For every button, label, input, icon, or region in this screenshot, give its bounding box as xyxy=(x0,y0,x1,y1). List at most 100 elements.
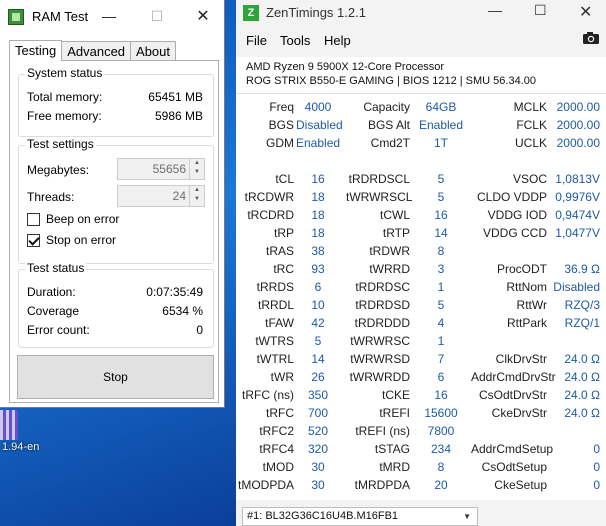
megabytes-stepper[interactable]: 55656 ▲ ▼ xyxy=(117,158,205,180)
timing-value: 16 xyxy=(434,208,448,222)
stop-on-error-label: Stop on error xyxy=(46,233,117,247)
megabytes-value: 55656 xyxy=(152,162,186,176)
timing-label: tRRDS xyxy=(256,280,294,294)
timing-label: MCLK xyxy=(513,100,547,114)
tab-about[interactable]: About xyxy=(130,41,177,61)
error-count-row: Error count: 0 xyxy=(27,323,203,337)
timing-label: tWRWRSC xyxy=(350,334,410,348)
timing-value: 16 xyxy=(311,172,325,186)
timing-value: 4000 xyxy=(304,100,332,114)
timing-label: VSOC xyxy=(512,172,547,186)
timing-value: 38 xyxy=(311,244,325,258)
chevron-down-icon: ▼ xyxy=(463,512,471,521)
timing-value: 24.0 Ω xyxy=(564,406,600,420)
free-memory-value: 5986 MB xyxy=(154,109,203,123)
close-button[interactable]: ✕ xyxy=(579,2,592,22)
timing-label: tMRD xyxy=(379,460,410,474)
menu-tools[interactable]: Tools xyxy=(280,33,310,48)
timing-value: 0 xyxy=(593,478,600,492)
timing-value: 6 xyxy=(437,370,445,384)
test-settings-title: Test settings xyxy=(25,137,96,151)
threads-value: 24 xyxy=(172,189,186,203)
timing-label: tRDRDSCL xyxy=(348,172,410,186)
timing-label: tRFC (ns) xyxy=(242,388,294,402)
timing-label: tWRWRDD xyxy=(349,370,410,384)
timing-label: tMODPDA xyxy=(237,478,294,492)
timing-label: BGS xyxy=(268,118,294,132)
timing-value: 15600 xyxy=(424,406,458,420)
desktop-shortcut-label[interactable]: 1.94-en xyxy=(2,441,39,453)
timing-label: tWRWRSD xyxy=(350,352,410,366)
timing-value: Disabled xyxy=(553,280,600,294)
system-status-title: System status xyxy=(25,66,105,80)
zentimings-window: Z ZenTimings 1.2.1 — ☐ ✕ File Tools Help… xyxy=(236,0,606,526)
timing-label: tRDRDDD xyxy=(354,316,410,330)
timing-label: tMOD xyxy=(262,460,294,474)
timing-value: 2000.00 xyxy=(556,118,600,132)
timing-value: 26 xyxy=(311,370,325,384)
timings-panel: AMD Ryzen 9 5900X 12-Core Processor ROG … xyxy=(236,57,606,500)
timing-value: RZQ/1 xyxy=(564,316,600,330)
menu-file[interactable]: File xyxy=(246,33,267,48)
zentimings-app-icon: Z xyxy=(243,5,259,21)
memory-module-select[interactable]: #1: BL32G36C16U4B.M16FB1 ▼ xyxy=(242,507,478,526)
stop-on-error-checkbox[interactable]: Stop on error xyxy=(27,233,116,247)
coverage-row: Coverage 6534 % xyxy=(27,304,203,318)
test-status-title: Test status xyxy=(25,261,87,275)
beep-checkbox-box[interactable] xyxy=(27,212,40,226)
timing-label: VDDG IOD xyxy=(487,208,547,222)
timing-label: tRFC2 xyxy=(259,424,294,438)
maximize-button[interactable]: ☐ xyxy=(534,2,547,19)
timing-label: CLDO VDDP xyxy=(476,190,547,204)
timing-value: 0 xyxy=(593,442,600,456)
minimize-button[interactable]: — xyxy=(86,0,132,33)
ramtest-titlebar[interactable]: RAM Test — ☐ ✕ xyxy=(0,0,224,33)
timing-value: 14 xyxy=(434,226,448,240)
tab-advanced[interactable]: Advanced xyxy=(61,41,132,61)
timing-label: Capacity xyxy=(363,100,410,114)
megabytes-label: Megabytes: xyxy=(27,163,90,177)
tab-testing[interactable]: Testing xyxy=(9,40,63,61)
timing-value: 320 xyxy=(307,442,329,456)
timing-value: 1,0813V xyxy=(555,172,600,186)
megabytes-spin-arrows[interactable]: ▲ ▼ xyxy=(189,159,204,179)
timing-value: 2000.00 xyxy=(556,100,600,114)
stop-button[interactable]: Stop xyxy=(17,355,214,399)
timing-label: tCKE xyxy=(381,388,410,402)
minimize-button[interactable]: — xyxy=(488,2,502,18)
timing-value: 18 xyxy=(311,190,325,204)
zentimings-title: ZenTimings 1.2.1 xyxy=(266,5,366,20)
timing-value: 30 xyxy=(311,478,325,492)
timing-value: 5 xyxy=(437,190,445,204)
timing-value: 0,9474V xyxy=(555,208,600,222)
cpu-name: AMD Ryzen 9 5900X 12-Core Processor xyxy=(246,61,445,73)
timing-label: Cmd2T xyxy=(370,136,410,150)
timing-value: 4 xyxy=(437,316,445,330)
desktop-shortcut-icon[interactable] xyxy=(0,410,18,440)
timing-label: AddrCmdSetup xyxy=(471,442,554,456)
timing-value: 5 xyxy=(314,334,322,348)
timing-value: 7800 xyxy=(427,424,455,438)
timing-label: tRC xyxy=(273,262,294,276)
camera-icon[interactable] xyxy=(582,31,600,45)
test-status-group: Test status Duration: 0:07:35:49 Coverag… xyxy=(18,261,214,348)
stop-checkbox-box[interactable] xyxy=(27,233,40,247)
threads-spin-arrows[interactable]: ▲ ▼ xyxy=(189,186,204,206)
timing-value: 36.9 Ω xyxy=(564,262,600,276)
menu-help[interactable]: Help xyxy=(324,33,351,48)
maximize-button[interactable]: ☐ xyxy=(134,0,180,33)
beep-on-error-checkbox[interactable]: Beep on error xyxy=(27,212,119,226)
testing-panel: System status Total memory: 65451 MB Fre… xyxy=(9,60,219,403)
total-memory-label: Total memory: xyxy=(27,90,103,104)
timing-label: RttWr xyxy=(516,298,547,312)
timing-label: tREFI xyxy=(379,406,410,420)
close-button[interactable]: ✕ xyxy=(180,0,226,33)
timing-value: 10 xyxy=(311,298,325,312)
duration-label: Duration: xyxy=(27,285,76,299)
timing-label: VDDG CCD xyxy=(482,226,547,240)
threads-stepper[interactable]: 24 ▲ ▼ xyxy=(117,185,205,207)
zentimings-titlebar[interactable]: Z ZenTimings 1.2.1 — ☐ ✕ xyxy=(236,0,606,27)
ramtest-window: RAM Test — ☐ ✕ Testing Advanced About Sy… xyxy=(0,0,225,408)
error-count-label: Error count: xyxy=(27,323,90,337)
timing-value: 1T xyxy=(433,136,448,150)
